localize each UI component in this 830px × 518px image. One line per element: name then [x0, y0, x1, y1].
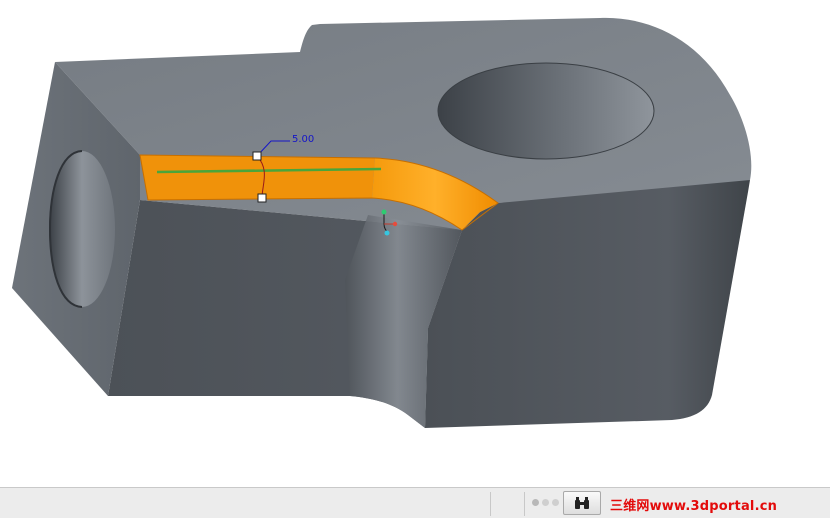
top-hole[interactable]	[438, 63, 654, 159]
drag-handle-top[interactable]	[252, 151, 262, 161]
status-bar: 三维网www.3dportal.cn	[0, 487, 830, 518]
model-canvas[interactable]: 5.00	[0, 0, 830, 487]
status-dots-icon	[532, 499, 559, 506]
status-separator	[524, 492, 525, 516]
graphics-viewport[interactable]: 5.00	[0, 0, 830, 487]
drag-handle-bottom[interactable]	[257, 193, 267, 203]
watermark-text: 三维网www.3dportal.cn	[610, 499, 778, 514]
status-separator	[490, 492, 491, 516]
binoculars-icon	[575, 497, 589, 509]
find-button[interactable]	[563, 491, 601, 515]
selected-surface-strip[interactable]	[140, 155, 375, 200]
dimension-label[interactable]: 5.00	[292, 134, 314, 145]
